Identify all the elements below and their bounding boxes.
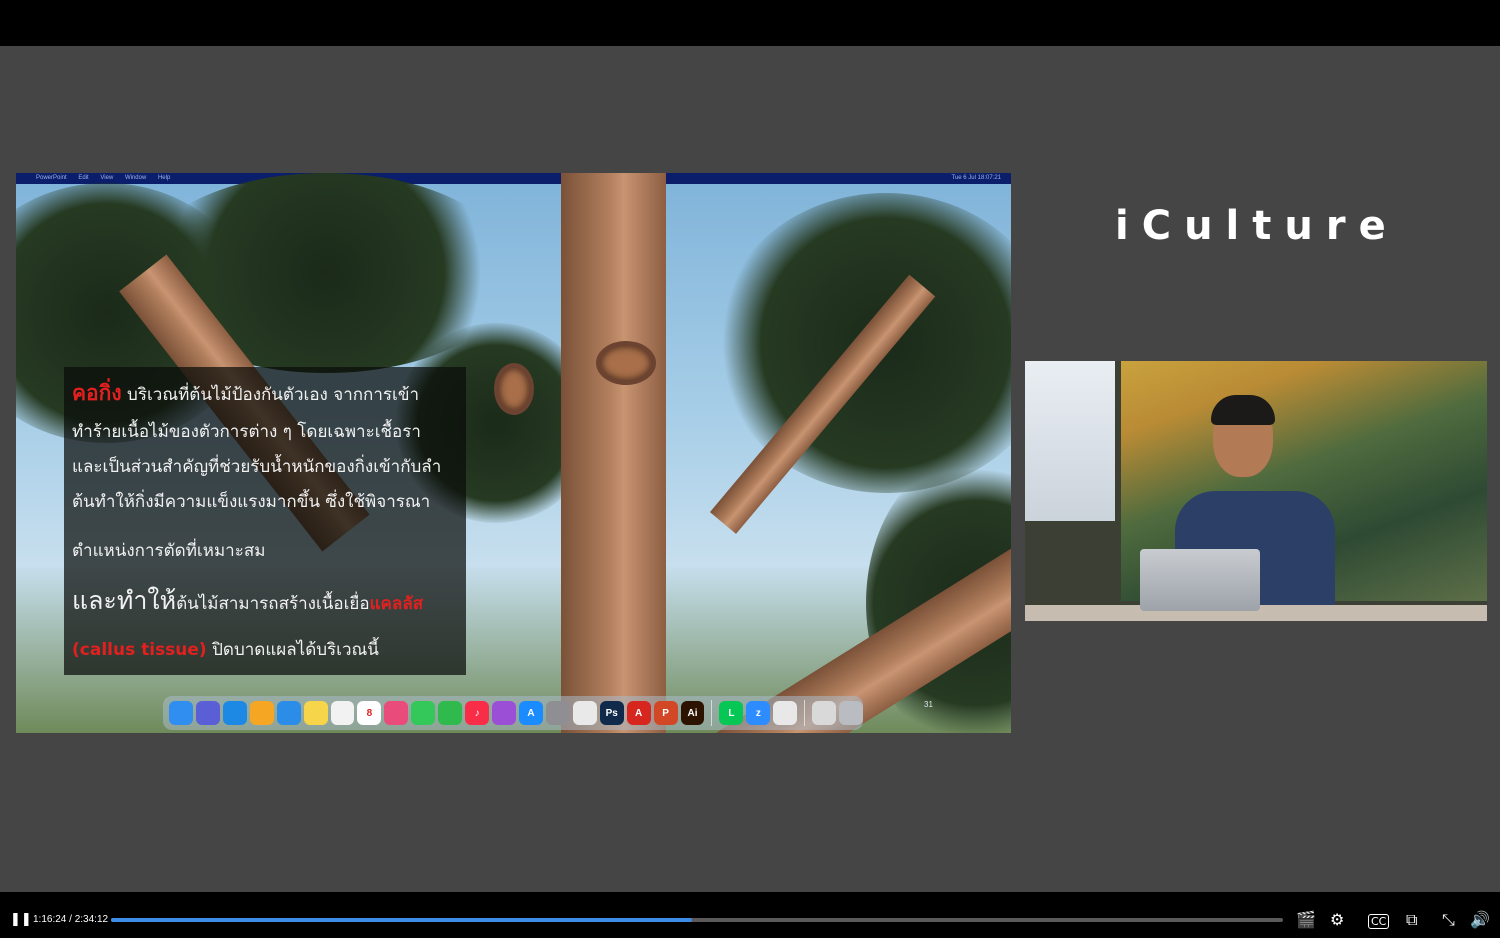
zoom-icon[interactable]: z <box>746 701 771 725</box>
messages-icon[interactable] <box>411 701 436 725</box>
brand-logo: iCulture <box>1115 203 1399 249</box>
menubar-item: PowerPoint <box>36 175 67 181</box>
illustrator-icon[interactable]: Ai <box>680 701 705 725</box>
line-text-large: และทำให้ <box>72 586 177 615</box>
apps-grid-icon[interactable] <box>249 701 274 725</box>
player-controls <box>0 892 1500 938</box>
mail-icon[interactable] <box>276 701 301 725</box>
mac-menubar: PowerPoint Edit View Window Help Tue 6 J… <box>16 173 1011 184</box>
slide-line: และทำให้ต้นไม้สามารถสร้างเนื้อเยื่อแคลลั… <box>72 581 423 621</box>
menubar-item: Help <box>157 175 171 181</box>
photoshop-icon[interactable]: Ps <box>599 701 624 725</box>
menubar-item: View <box>100 175 114 181</box>
downloads-icon[interactable] <box>812 701 837 725</box>
podcasts-icon[interactable] <box>492 701 516 725</box>
exit-fullscreen-icon[interactable]: ⤡ <box>1442 910 1455 930</box>
captions-icon[interactable]: CC <box>1368 914 1390 929</box>
slide-line: ต้นทำให้กิ่งมีความแข็งแรงมากขึ้น ซึ่งใช้… <box>72 492 431 512</box>
mac-dock: 8 ♪ A Ps A P Ai Lz <box>163 696 864 730</box>
dock-separator <box>711 700 713 726</box>
tree-trunk <box>561 173 666 733</box>
progress-fill <box>111 918 693 922</box>
music-icon[interactable]: ♪ <box>465 701 490 725</box>
slide-line: ตำแหน่งการตัดที่เหมาะสม <box>72 541 266 561</box>
calendar-icon[interactable]: 8 <box>357 701 382 725</box>
menubar-item: Edit <box>78 175 89 181</box>
highlight-term: (callus tissue) <box>72 640 207 660</box>
video-player: PowerPoint Edit View Window Help Tue 6 J… <box>0 0 1500 938</box>
pause-icon[interactable]: ❚❚ <box>10 912 32 927</box>
projector-screen <box>1025 361 1115 521</box>
branch-collar-cut <box>494 363 534 415</box>
slide-line: และเป็นส่วนสำคัญที่ช่วยรับน้ำหนักของกิ่ง… <box>72 457 442 477</box>
slide-text-panel: คอกิ่ง บริเวณที่ต้นไม้ป้องกันตัวเอง จากก… <box>64 367 466 675</box>
settings-icon[interactable]: ⚙ <box>1330 910 1344 929</box>
line-text: ปิดบาดแผลได้บริเวณนี้ <box>206 640 379 660</box>
slide-page-number: 31 <box>924 700 933 709</box>
highlight-term: แคลลัส <box>369 594 424 614</box>
branch-collar-cut <box>596 341 656 385</box>
slide-line: คอกิ่ง บริเวณที่ต้นไม้ป้องกันตัวเอง จากก… <box>72 377 419 410</box>
miniplayer-icon[interactable]: ⧉ <box>1406 910 1417 930</box>
preview-icon[interactable] <box>572 701 597 725</box>
launchpad-icon[interactable] <box>195 701 220 725</box>
line-icon[interactable]: L <box>719 701 744 725</box>
dock-separator <box>804 700 806 726</box>
laptop <box>1140 549 1260 611</box>
progress-bar[interactable] <box>111 918 1283 922</box>
line-text: ต้นไม้สามารถสร้างเนื้อเยื่อ <box>176 594 370 614</box>
menubar-clock: Tue 6 Jul 18:07:21 <box>951 175 1001 181</box>
slide-line: (callus tissue) ปิดบาดแผลได้บริเวณนี้ <box>72 636 379 663</box>
line-text: บริเวณที่ต้นไม้ป้องกันตัวเอง จากการเข้า <box>121 385 419 405</box>
volume-icon[interactable]: 🔊 <box>1470 910 1490 929</box>
trash-icon[interactable] <box>839 701 864 725</box>
slide-line: ทำร้ายเนื้อไม้ของตัวการต่าง ๆ โดยเฉพาะเช… <box>72 422 421 442</box>
acrobat-icon[interactable]: A <box>626 701 651 725</box>
reminders-icon[interactable] <box>330 701 355 725</box>
highlight-term: คอกิ่ง <box>72 381 122 405</box>
finder-icon[interactable] <box>169 701 193 725</box>
notes-icon[interactable] <box>303 701 328 725</box>
safari-icon[interactable] <box>222 701 247 725</box>
powerpoint-icon[interactable]: P <box>653 701 678 725</box>
clapperboard-icon[interactable]: 🎬 <box>1296 910 1316 929</box>
top-bar <box>0 0 1500 46</box>
menubar-item: Window <box>124 175 147 181</box>
presenter-webcam <box>1025 361 1487 621</box>
time-display: 1:16:24 / 2:34:12 <box>33 914 109 925</box>
presenter-hair <box>1211 395 1275 425</box>
facetime-icon[interactable] <box>438 701 463 725</box>
chrome-icon[interactable] <box>773 701 798 725</box>
app-store-icon[interactable]: A <box>518 701 543 725</box>
system-preferences-icon[interactable] <box>545 701 570 725</box>
photos-icon[interactable] <box>384 701 409 725</box>
